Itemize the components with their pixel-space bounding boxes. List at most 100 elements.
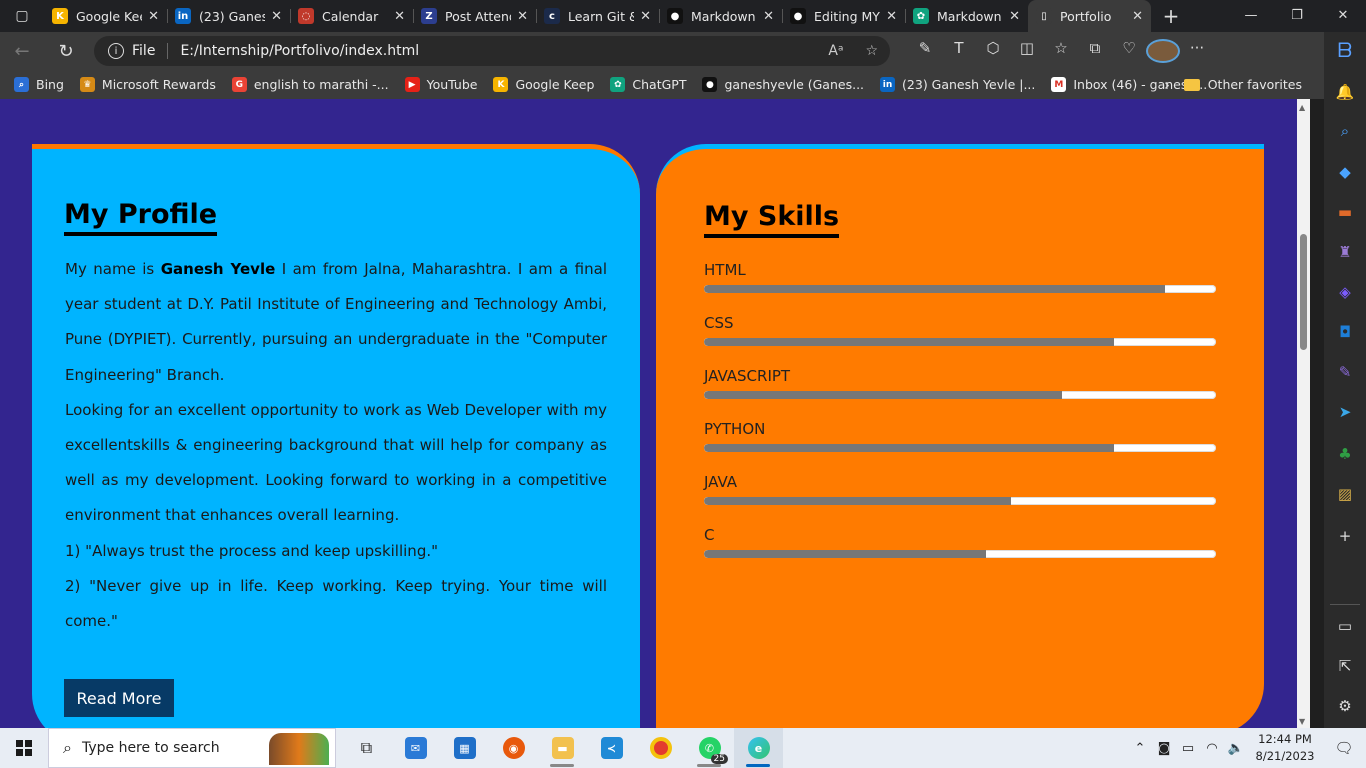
vscode-app[interactable]: ≺ bbox=[587, 728, 636, 768]
tab-5[interactable]: ● Markdown ✕ bbox=[659, 0, 782, 32]
wifi-icon[interactable]: ◠ bbox=[1200, 741, 1224, 756]
close-tab-icon[interactable]: ✕ bbox=[1009, 9, 1020, 24]
firefox-app[interactable]: ◉ bbox=[489, 728, 538, 768]
favorite-item[interactable]: Genglish to marathi -... bbox=[231, 77, 389, 92]
performance-icon[interactable]: ♡ bbox=[1112, 39, 1146, 63]
search-icon: ⌕ bbox=[63, 738, 72, 757]
volume-icon[interactable]: 🔈 bbox=[1224, 741, 1248, 756]
scroll-up-icon[interactable]: ▲ bbox=[1299, 103, 1305, 112]
sidebar-settings-icon[interactable]: ⚙ bbox=[1333, 694, 1357, 718]
chevron-up-icon[interactable]: ⌃ bbox=[1128, 741, 1152, 756]
tab-8[interactable]: ▯ Portfolio ✕ bbox=[1028, 0, 1151, 32]
scroll-down-icon[interactable]: ▼ bbox=[1299, 717, 1305, 726]
extensions-icon[interactable]: ⬡ bbox=[976, 39, 1010, 63]
whatsapp-app[interactable]: ✆ 25 bbox=[685, 728, 734, 768]
edge-app[interactable]: e bbox=[734, 728, 783, 768]
back-button[interactable]: ← bbox=[0, 41, 44, 62]
split-screen-icon[interactable]: ◫ bbox=[1010, 39, 1044, 63]
linkedin-icon: in bbox=[175, 8, 191, 24]
games-icon[interactable]: ♜ bbox=[1333, 240, 1357, 264]
task-view-button[interactable]: ⧉ bbox=[342, 728, 391, 768]
favorites-icon[interactable]: ☆ bbox=[1044, 39, 1078, 63]
scrollbar-thumb[interactable] bbox=[1300, 234, 1307, 350]
close-tab-icon[interactable]: ✕ bbox=[517, 9, 528, 24]
battery-icon[interactable]: ▭ bbox=[1176, 741, 1200, 756]
tab-0[interactable]: K Google Keep ✕ bbox=[44, 0, 167, 32]
outlook-icon[interactable]: ◘ bbox=[1333, 320, 1357, 344]
close-tab-icon[interactable]: ✕ bbox=[148, 9, 159, 24]
folder-icon bbox=[1183, 78, 1200, 91]
chrome-icon bbox=[649, 737, 672, 759]
new-tab-button[interactable]: + bbox=[1151, 4, 1191, 28]
store-app[interactable]: ▦ bbox=[440, 728, 489, 768]
close-tab-icon[interactable]: ✕ bbox=[394, 9, 405, 24]
notification-bell-icon[interactable]: 🔔 bbox=[1333, 80, 1357, 104]
favorite-item[interactable]: ♛ Microsoft Rewards bbox=[79, 77, 216, 92]
read-aloud-icon[interactable]: Aᵃ bbox=[828, 43, 843, 59]
microsoft-365-icon[interactable]: ◈ bbox=[1333, 280, 1357, 304]
notification-center-icon[interactable]: 🗨 bbox=[1322, 739, 1366, 757]
skill-bar-fill bbox=[704, 550, 986, 558]
close-tab-icon[interactable]: ✕ bbox=[1132, 9, 1143, 24]
meet-now-icon[interactable]: ◙ bbox=[1152, 741, 1176, 756]
profile-button[interactable] bbox=[1146, 39, 1180, 63]
tab-7[interactable]: ✿ Markdown ✕ bbox=[905, 0, 1028, 32]
page-viewport: My Profile My name is Ganesh Yevle I am … bbox=[0, 99, 1297, 728]
favorite-item[interactable]: in (23) Ganesh Yevle |... bbox=[880, 77, 1035, 92]
tab-3[interactable]: Z Post Attendance ✕ bbox=[413, 0, 536, 32]
sidebar-search-icon[interactable]: ⌕ bbox=[1333, 119, 1357, 143]
close-tab-icon[interactable]: ✕ bbox=[886, 9, 897, 24]
more-menu-icon[interactable]: ··· bbox=[1180, 39, 1214, 63]
favorite-item[interactable]: ⌕ Bing bbox=[14, 77, 64, 92]
tools-icon[interactable]: ▬ bbox=[1333, 200, 1357, 224]
minimize-icon[interactable]: — bbox=[1228, 0, 1274, 32]
hide-sidebar-icon[interactable]: ▭ bbox=[1333, 614, 1357, 638]
read-more-button[interactable]: Read More bbox=[64, 679, 174, 717]
refresh-button[interactable]: ↻ bbox=[44, 41, 88, 62]
favorite-item[interactable]: K Google Keep bbox=[493, 77, 594, 92]
shopping-tag-icon[interactable]: ◆ bbox=[1333, 160, 1357, 184]
page-scrollbar[interactable]: ▲ ▼ bbox=[1297, 99, 1310, 728]
eyedropper-icon[interactable]: ✎ bbox=[908, 39, 942, 63]
collections-icon[interactable]: ⧉ bbox=[1078, 39, 1112, 63]
url-text[interactable]: E:/Internship/Portfolivo/index.html bbox=[180, 43, 419, 59]
tab-label: Learn Git & GitHub bbox=[568, 8, 634, 24]
close-tab-icon[interactable]: ✕ bbox=[640, 9, 651, 24]
mail-app[interactable]: ✉ bbox=[391, 728, 440, 768]
taskbar-search-box[interactable]: ⌕ Type here to search bbox=[48, 728, 336, 768]
tab-4[interactable]: c Learn Git & GitHub ✕ bbox=[536, 0, 659, 32]
favorite-item[interactable]: ● ganeshyevle (Ganes... bbox=[702, 77, 864, 92]
other-favorites[interactable]: Other favorites bbox=[1183, 77, 1302, 92]
tab-actions-menu-icon[interactable]: ▢ bbox=[0, 0, 44, 32]
start-button[interactable] bbox=[0, 728, 48, 768]
drop-icon[interactable]: ▨ bbox=[1333, 482, 1357, 506]
close-window-icon[interactable]: ✕ bbox=[1320, 0, 1366, 32]
skill-bar bbox=[704, 550, 1216, 558]
info-icon[interactable]: i bbox=[108, 43, 124, 59]
designer-icon[interactable]: ✎ bbox=[1333, 360, 1357, 384]
text-extension-icon[interactable]: T bbox=[942, 39, 976, 63]
tree-icon[interactable]: ♣ bbox=[1333, 442, 1357, 466]
skills-card: My Skills HTML CSS JAVASCRIPT PYTHON JAVA C bbox=[656, 144, 1264, 728]
bio-intro: My name is Ganesh Yevle I am from Jalna,… bbox=[65, 252, 607, 393]
close-tab-icon[interactable]: ✕ bbox=[271, 9, 282, 24]
clock[interactable]: 12:44 PM 8/21/2023 bbox=[1248, 731, 1322, 765]
tab-6[interactable]: ● Editing MY ✕ bbox=[782, 0, 905, 32]
favorite-item[interactable]: ▶ YouTube bbox=[404, 77, 477, 92]
rewards-icon: ♛ bbox=[79, 77, 95, 92]
favorite-item[interactable]: ✿ ChatGPT bbox=[610, 77, 686, 92]
close-tab-icon[interactable]: ✕ bbox=[763, 9, 774, 24]
favorite-star-icon[interactable]: ☆ bbox=[865, 43, 878, 59]
tab-1[interactable]: in (23) Ganesh ✕ bbox=[167, 0, 290, 32]
add-sidebar-app-icon[interactable]: + bbox=[1333, 524, 1357, 548]
restore-icon[interactable]: ❐ bbox=[1274, 0, 1320, 32]
open-external-icon[interactable]: ⇱ bbox=[1333, 654, 1357, 678]
telegram-icon[interactable]: ➤ bbox=[1333, 400, 1357, 424]
tab-2[interactable]: ◌ Calendar ✕ bbox=[290, 0, 413, 32]
chevron-right-icon[interactable]: › bbox=[1164, 76, 1170, 94]
task-view-icon: ⧉ bbox=[360, 738, 373, 757]
address-bar[interactable]: i File E:/Internship/Portfolivo/index.ht… bbox=[94, 36, 890, 66]
file-explorer-app[interactable]: ▬ bbox=[538, 728, 587, 768]
bing-copilot-icon[interactable]: ᗷ bbox=[1333, 38, 1357, 62]
chrome-app[interactable] bbox=[636, 728, 685, 768]
